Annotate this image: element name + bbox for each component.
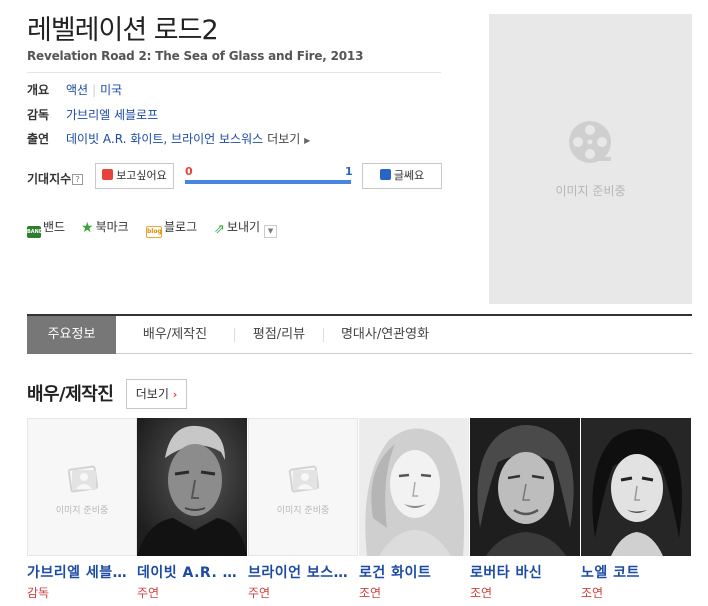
tab-bar: 주요정보 배우/제작진 평점/리뷰 명대사/연관영화 [27,314,692,354]
person-role: 주연 [248,586,271,600]
cast-more-link[interactable]: 더보기 ▶ [267,132,310,146]
cast-more-button[interactable]: 더보기 › [126,379,187,409]
person-name[interactable]: 브라이언 보스워스 [248,562,358,582]
overview-label: 개요 [27,83,50,97]
send-link[interactable]: ⇗ 보내기 ▼ [214,218,278,238]
person-card[interactable]: 데이빗 A.R. 화이트 주연 [137,418,247,601]
blog-label: 블로그 [164,220,198,234]
band-share-link[interactable]: BAND밴드 [27,218,65,238]
divider [27,72,441,73]
person-card[interactable]: 로버타 바신 조연 [470,418,580,601]
cast-more-label: 더보기 [135,387,169,401]
more-label: 더보기 [267,132,301,146]
chevron-down-icon[interactable]: ▼ [264,225,278,238]
person-photo-image [470,418,580,556]
portrait-placeholder-icon [288,465,320,493]
cast-link[interactable]: 데이빗 A.R. 화이트, 브라이언 보스워스 [66,132,263,146]
tab-cast-crew[interactable]: 배우/제작진 [116,316,234,354]
dislike-gauge-fill [185,180,351,184]
band-label: 밴드 [43,220,66,234]
person-role: 감독 [27,586,50,600]
placeholder-text: 이미지 준비중 [55,506,109,516]
expect-label-text: 기대지수 [27,172,72,186]
director-link[interactable]: 가브리엘 세블로프 [66,108,158,122]
person-role: 조연 [359,586,382,600]
person-photo-placeholder[interactable]: 이미지 준비중 [248,418,358,556]
person-photo-image [137,418,247,556]
country-link[interactable]: 미국 [100,83,122,97]
person-card[interactable]: 이미지 준비중 가브리엘 세블로프 감독 [27,418,137,601]
page-title: 레벨레이션 로드2 [27,15,219,46]
expect-gauge [185,180,351,184]
person-name[interactable]: 로건 화이트 [359,562,469,582]
bookmark-label: 북마크 [95,220,129,234]
overview-row: 개요 액션 | 미국 [27,82,122,98]
want-to-see-button[interactable]: 보고싶어요 [95,163,174,189]
person-name[interactable]: 노엘 코트 [581,562,691,582]
expect-label: 기대지수? [27,170,84,187]
person-photo[interactable] [137,418,247,556]
dislike-count: 1 [345,165,353,178]
genre-link[interactable]: 액션 [66,83,88,97]
placeholder-text: 이미지 준비중 [276,506,330,516]
bookmark-link[interactable]: ★ 북마크 [81,218,129,236]
want-to-see-label: 보고싶어요 [116,169,167,182]
person-card[interactable]: 로건 화이트 조연 [359,418,469,601]
chevron-right-icon: ▶ [304,136,311,145]
person-photo-placeholder[interactable]: 이미지 준비중 [27,418,137,556]
person-name[interactable]: 로버타 바신 [470,562,580,582]
person-card[interactable]: 이미지 준비중 브라이언 보스워스 주연 [248,418,358,601]
separator: | [92,83,97,97]
cast-label: 출연 [27,132,50,146]
help-icon[interactable]: ? [72,174,84,185]
cast-row: 출연 데이빗 A.R. 화이트, 브라이언 보스워스 더보기 ▶ [27,131,310,147]
person-photo[interactable] [581,418,691,556]
person-photo-image [581,418,691,556]
director-row: 감독 가브리엘 세블로프 [27,107,158,123]
share-arrow-icon: ⇗ [214,222,225,237]
tab-reviews[interactable]: 평점/리뷰 [235,316,323,354]
thumbs-up-icon [102,169,114,180]
person-role: 조연 [470,586,493,600]
person-role: 주연 [137,586,160,600]
tab-quotes-related[interactable]: 명대사/연관영화 [324,316,446,354]
poster-placeholder: 이미지 준비중 [489,14,692,304]
poster-placeholder-text: 이미지 준비중 [555,184,626,198]
original-title: Revelation Road 2: The Sea of Glass and … [27,49,364,63]
blog-share-link[interactable]: blog 블로그 [146,218,197,238]
not-sure-button[interactable]: 글쎄요 [362,163,442,189]
person-photo-image [359,418,469,556]
not-sure-label: 글쎄요 [393,169,425,182]
person-card[interactable]: 노엘 코트 조연 [581,418,691,601]
person-name[interactable]: 가브리엘 세블로프 [27,562,137,582]
film-reel-icon [569,121,611,163]
band-icon: BAND [27,226,43,238]
send-label: 보내기 [226,220,261,234]
chevron-right-icon: › [172,388,178,401]
tab-main-info[interactable]: 주요정보 [27,316,116,354]
like-count: 0 [185,165,193,178]
cast-section-title: 배우/제작진 [27,384,114,405]
person-photo[interactable] [470,418,580,556]
director-label: 감독 [27,108,50,122]
person-role: 조연 [581,586,604,600]
blog-icon: blog [146,226,162,238]
person-photo[interactable] [359,418,469,556]
portrait-placeholder-icon [67,465,99,493]
thumbs-down-icon [379,169,391,180]
star-icon: ★ [81,220,94,236]
person-name[interactable]: 데이빗 A.R. 화이트 [137,562,247,582]
